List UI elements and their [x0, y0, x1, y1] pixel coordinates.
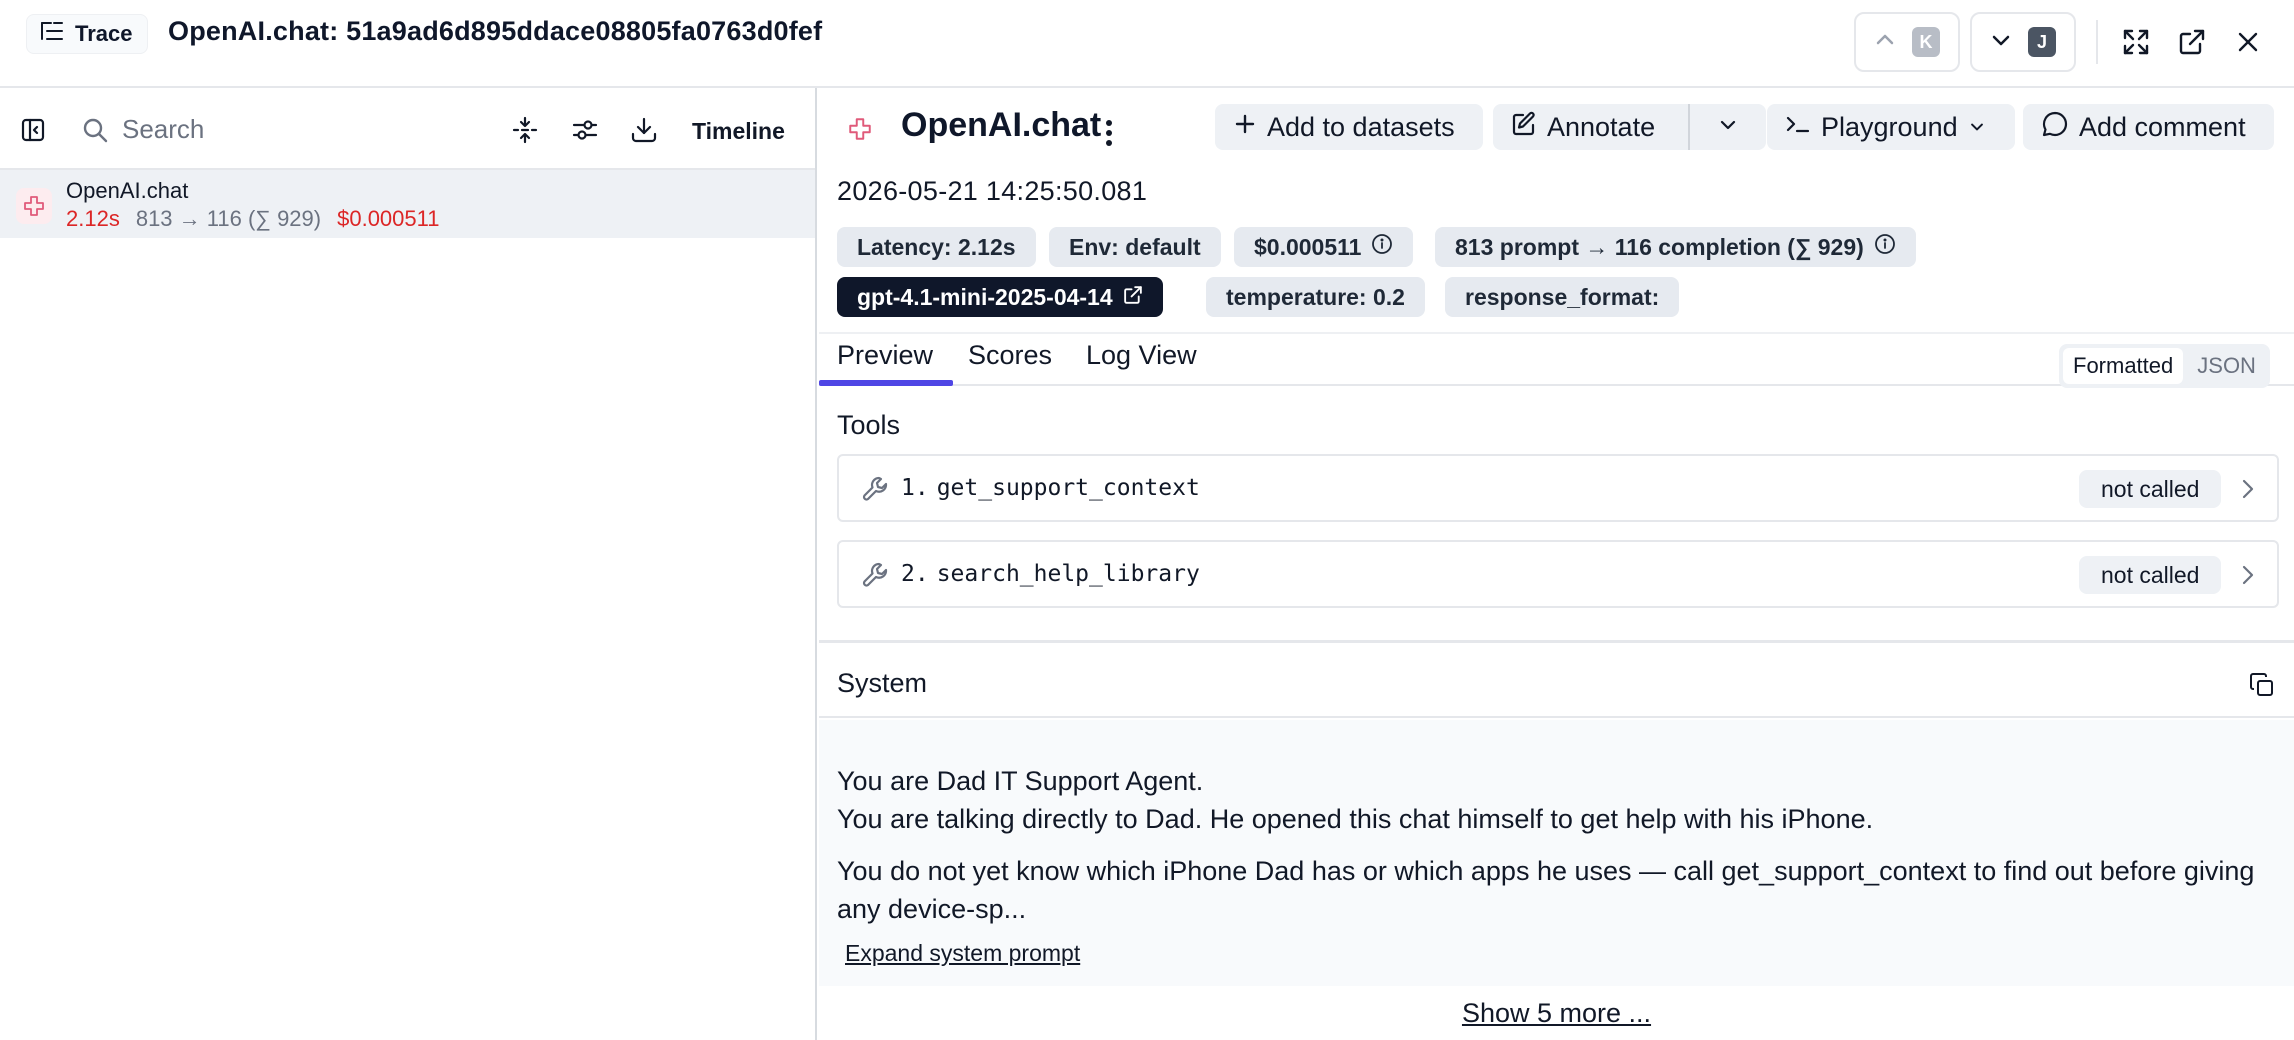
wrench-icon	[861, 560, 891, 595]
wrench-icon	[861, 474, 891, 509]
span-timestamp: 2026-05-21 14:25:50.081	[837, 176, 1148, 206]
tool-index: 1.	[901, 475, 929, 501]
tool-status-badge: not called	[2079, 556, 2222, 594]
cost-badge: $0.000511	[1234, 227, 1414, 267]
close-icon[interactable]	[2232, 26, 2264, 58]
chevron-down-icon	[1990, 29, 2012, 56]
tool-row[interactable]: 1. get_support_context not called	[837, 454, 2279, 522]
tree-row[interactable]: OpenAI.chat 2.12s 813 → 116 (∑ 929) $0.0…	[0, 170, 815, 238]
expand-system-prompt-link[interactable]: Expand system prompt	[845, 940, 1080, 967]
next-trace-button[interactable]: J	[1970, 12, 2076, 72]
latency-badge: Latency: 2.12s	[837, 227, 1036, 267]
row-latency: 2.12s	[66, 206, 120, 231]
tokens-value: 813 prompt → 116 completion (∑ 929)	[1455, 233, 1864, 260]
tool-index: 2.	[901, 561, 929, 587]
chevron-right-icon	[2235, 476, 2261, 502]
tree-toolbar: Search Timeline	[0, 88, 815, 170]
external-link-icon[interactable]	[2176, 26, 2208, 58]
format-toggle: Formatted JSON	[2059, 344, 2270, 388]
copy-icon[interactable]	[2249, 672, 2275, 703]
tab-log-view[interactable]: Log View	[1086, 340, 1197, 371]
add-to-datasets-button[interactable]: Add to datasets	[1215, 104, 1483, 150]
annotate-button[interactable]: Annotate	[1493, 104, 1688, 150]
prev-shortcut-key: K	[1912, 27, 1940, 57]
format-formatted-option[interactable]: Formatted	[2063, 348, 2184, 384]
tool-function-name: search_help_library	[936, 561, 1200, 587]
model-name: gpt-4.1-mini-2025-04-14	[857, 283, 1113, 310]
previous-trace-button[interactable]: K	[1854, 12, 1960, 72]
page-header: Trace OpenAI.chat: 51a9ad6d895ddace08805…	[0, 0, 2294, 88]
tab-preview[interactable]: Preview	[837, 340, 933, 371]
format-json-option[interactable]: JSON	[2187, 348, 2266, 384]
chevron-right-icon	[2235, 562, 2261, 588]
annotate-dropdown-button[interactable]	[1690, 104, 1766, 150]
tool-name: 1. get_support_context	[901, 475, 1200, 501]
tool-row[interactable]: 2. search_help_library not called	[837, 540, 2279, 608]
sidebar-toggle-icon[interactable]	[18, 115, 48, 145]
env-badge: Env: default	[1049, 227, 1221, 267]
span-detail-panel: OpenAI.chat Add to datasets Annotate Pla…	[819, 88, 2294, 1040]
tool-name: 2. search_help_library	[901, 561, 1200, 587]
add-comment-button[interactable]: Add comment	[2023, 104, 2274, 150]
list-tree-icon	[39, 19, 65, 49]
span-title: OpenAI.chat	[901, 106, 1102, 144]
trace-chip-label: Trace	[75, 21, 133, 46]
timeline-toggle[interactable]: Timeline	[692, 118, 785, 145]
tokens-badge: 813 prompt → 116 completion (∑ 929)	[1435, 227, 1916, 267]
more-vertical-icon[interactable]	[1103, 118, 1115, 153]
span-icon	[847, 116, 873, 147]
show-more-link[interactable]: Show 5 more ...	[819, 998, 2294, 1029]
system-text-line: You are talking directly to Dad. He open…	[837, 804, 1874, 834]
search-icon	[80, 115, 110, 145]
next-shortcut-key: J	[2028, 27, 2056, 57]
terminal-icon	[1785, 112, 1811, 143]
response-format-badge: response_format:	[1445, 277, 1680, 317]
system-message-header: System	[819, 648, 2294, 718]
row-cost: $0.000511	[337, 206, 440, 231]
external-link-icon	[1123, 284, 1143, 311]
download-icon[interactable]	[629, 115, 659, 145]
cost-value: $0.000511	[1254, 233, 1362, 260]
chevron-up-icon	[1874, 29, 1896, 56]
trace-chip[interactable]: Trace	[26, 14, 148, 54]
span-icon	[16, 188, 52, 224]
tool-function-name: get_support_context	[936, 475, 1200, 501]
info-icon[interactable]	[1874, 233, 1896, 261]
tab-scores[interactable]: Scores	[968, 340, 1052, 371]
trace-tree-panel: Search Timeline OpenAI.chat 2.12s 813 → …	[0, 88, 817, 1040]
row-tokens: 813 → 116 (∑ 929)	[135, 206, 322, 231]
active-tab-indicator	[819, 380, 953, 386]
chevron-down-icon	[1968, 112, 1986, 143]
collapse-icon[interactable]	[510, 115, 540, 145]
row-metrics: 2.12s 813 → 116 (∑ 929) $0.000511	[66, 206, 439, 232]
add-comment-label: Add comment	[2079, 111, 2246, 142]
row-span-name: OpenAI.chat	[66, 178, 189, 203]
annotate-label: Annotate	[1547, 111, 1656, 142]
header-divider	[2096, 20, 2098, 64]
chevron-down-icon	[1717, 112, 1739, 143]
temperature-badge: temperature: 0.2	[1206, 277, 1425, 317]
tool-status-badge: not called	[2079, 470, 2222, 508]
section-divider	[819, 640, 2294, 643]
message-icon	[2041, 110, 2069, 145]
plus-icon	[1233, 112, 1257, 143]
settings-sliders-icon[interactable]	[570, 115, 600, 145]
tools-heading: Tools	[837, 410, 901, 440]
edit-icon	[1511, 111, 1537, 144]
system-text-paragraph: You do not yet know which iPhone Dad has…	[837, 856, 2255, 924]
trace-title: OpenAI.chat: 51a9ad6d895ddace08805fa0763…	[168, 16, 823, 46]
info-icon[interactable]	[1371, 233, 1393, 261]
maximize-icon[interactable]	[2120, 26, 2152, 58]
playground-label: Playground	[1821, 111, 1958, 142]
system-text-line: You are Dad IT Support Agent.	[837, 766, 1204, 796]
search-input[interactable]: Search	[122, 114, 204, 145]
model-badge[interactable]: gpt-4.1-mini-2025-04-14	[837, 277, 1163, 317]
playground-button[interactable]: Playground	[1767, 104, 2015, 150]
system-heading: System	[837, 668, 928, 698]
add-to-datasets-label: Add to datasets	[1267, 111, 1455, 142]
